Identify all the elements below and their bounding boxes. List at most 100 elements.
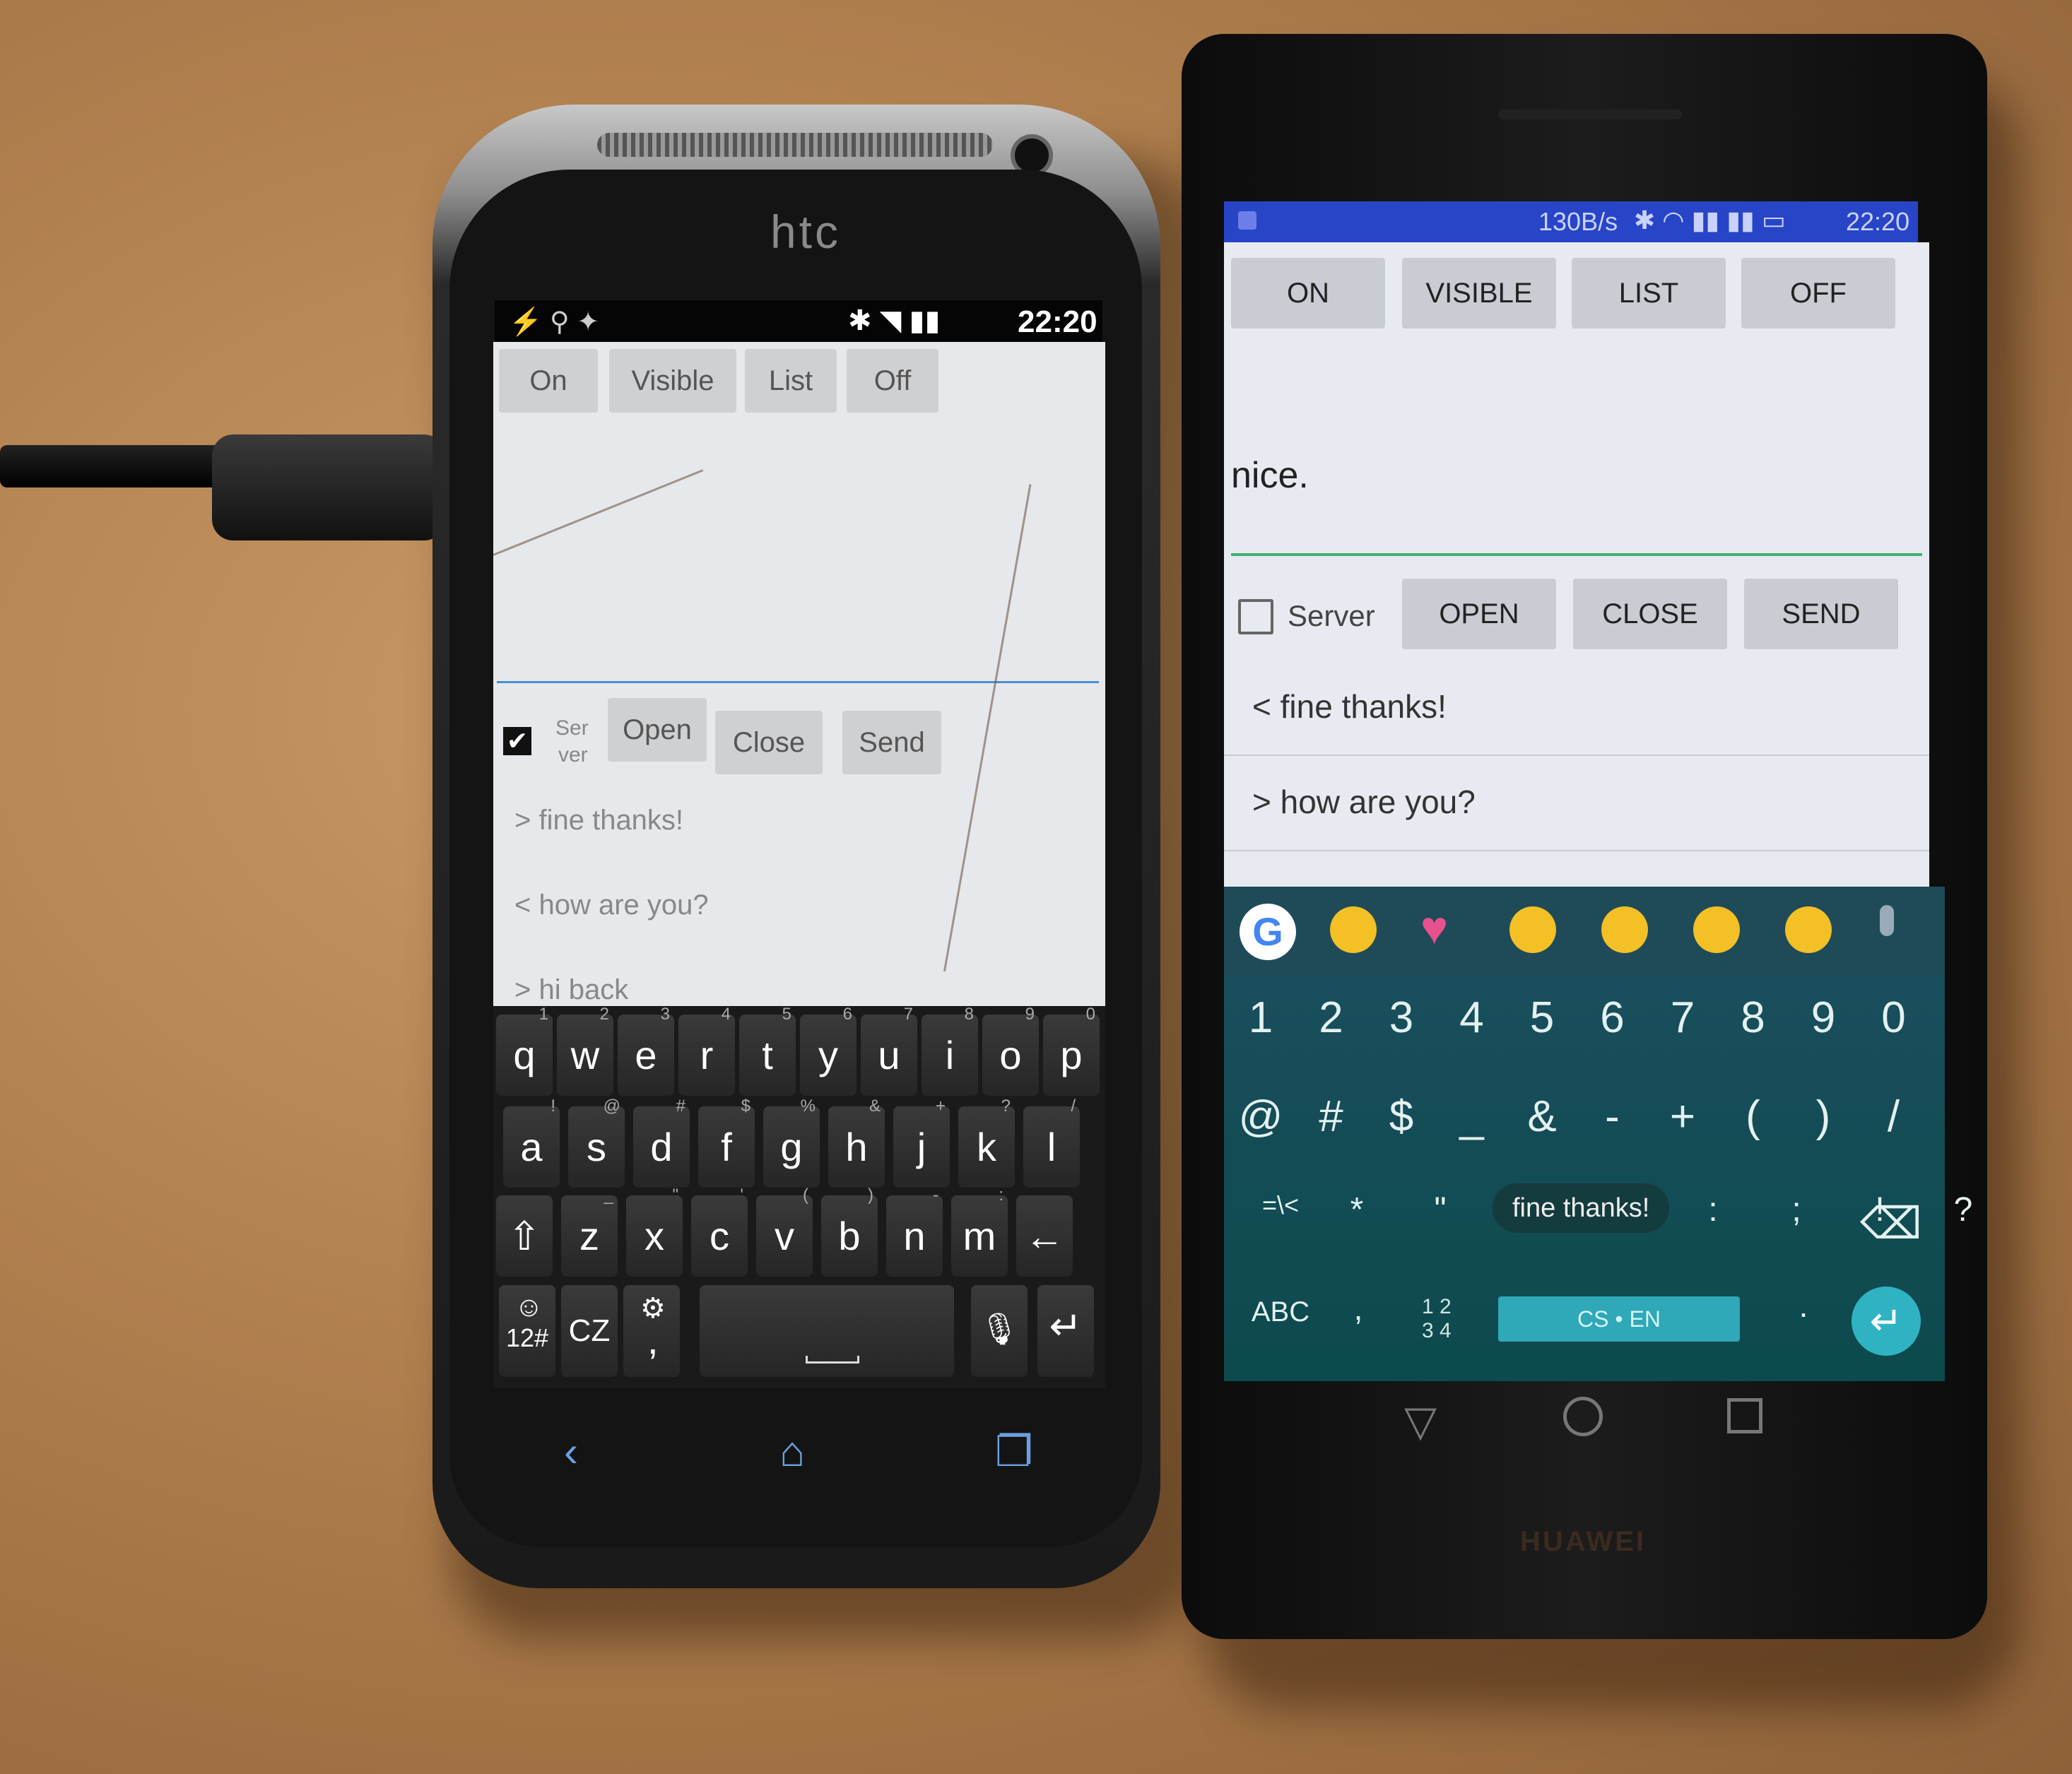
number-key-2[interactable]: 3 xyxy=(1373,993,1430,1043)
symbol-key-7[interactable]: ( xyxy=(1725,1092,1782,1142)
number-key-4[interactable]: 5 xyxy=(1514,993,1570,1043)
close-button[interactable]: CLOSE xyxy=(1573,579,1727,649)
close-button[interactable]: Close xyxy=(715,711,823,774)
message-item: > how are you? xyxy=(1252,783,1476,820)
backspace-key[interactable]: ⌫ xyxy=(1860,1198,1922,1249)
space-key[interactable] xyxy=(700,1285,954,1377)
space-key[interactable]: CS • EN xyxy=(1498,1296,1740,1342)
punctuation-key-1[interactable]: * xyxy=(1329,1190,1385,1229)
number-key-7[interactable]: 8 xyxy=(1725,993,1782,1043)
symbol-key-9[interactable]: / xyxy=(1866,1092,1922,1142)
key-f[interactable]: f $ xyxy=(698,1096,755,1188)
message-input[interactable] xyxy=(497,427,1099,683)
on-button[interactable]: On xyxy=(499,349,598,413)
period-key[interactable]: . xyxy=(1775,1287,1832,1325)
symbol-key-3[interactable]: _ xyxy=(1444,1092,1500,1142)
key-j[interactable]: j + xyxy=(893,1096,950,1188)
punctuation-key-0[interactable]: =\< xyxy=(1245,1190,1316,1220)
on-button[interactable]: ON xyxy=(1231,258,1385,329)
number-key-5[interactable]: 6 xyxy=(1584,993,1641,1043)
winking-emoji-icon[interactable] xyxy=(1509,906,1556,953)
google-icon[interactable]: G xyxy=(1240,904,1296,960)
emoji-symbols-key[interactable]: ☺ 12# xyxy=(499,1285,555,1377)
key-n[interactable]: n- xyxy=(886,1185,943,1277)
home-icon[interactable] xyxy=(1563,1397,1603,1436)
language-key[interactable]: CZ xyxy=(561,1285,618,1377)
server-checkbox[interactable]: ✔ xyxy=(503,727,531,755)
key-l[interactable]: l / xyxy=(1023,1096,1080,1188)
key-y[interactable]: y6 xyxy=(800,1005,857,1096)
open-button[interactable]: Open xyxy=(608,698,707,762)
symbol-key-8[interactable]: ) xyxy=(1795,1092,1852,1142)
symbol-key-0[interactable]: @ xyxy=(1232,1092,1289,1142)
number-key-1[interactable]: 2 xyxy=(1303,993,1360,1043)
neutral-emoji-icon[interactable] xyxy=(1693,906,1740,953)
settings-comma-key[interactable]: ⚙ , xyxy=(623,1285,680,1377)
back-icon[interactable]: ▽ xyxy=(1404,1397,1437,1446)
key-w[interactable]: w2 xyxy=(557,1005,613,1096)
key-v[interactable]: v( xyxy=(756,1185,813,1277)
microphone-icon[interactable] xyxy=(1880,905,1894,936)
visible-button[interactable]: Visible xyxy=(609,349,736,413)
off-button[interactable]: OFF xyxy=(1741,258,1895,329)
comma-key[interactable]: , xyxy=(1330,1289,1387,1327)
abc-key[interactable]: ABC xyxy=(1238,1296,1323,1328)
punctuation-key-2[interactable]: " xyxy=(1412,1190,1468,1229)
enter-key[interactable]: ↵ xyxy=(1037,1285,1094,1377)
server-checkbox[interactable] xyxy=(1238,599,1273,634)
send-button[interactable]: Send xyxy=(842,711,941,774)
key-a[interactable]: a! xyxy=(503,1096,560,1188)
number-key-9[interactable]: 0 xyxy=(1866,993,1922,1043)
microphone-key[interactable]: 🎙 xyxy=(971,1285,1028,1377)
key-o[interactable]: o9 xyxy=(982,1005,1039,1096)
punctuation-key-4[interactable]: : xyxy=(1685,1190,1741,1229)
symbol-key-1[interactable]: # xyxy=(1303,1092,1360,1142)
number-key-6[interactable]: 7 xyxy=(1654,993,1711,1043)
key-e[interactable]: e3 xyxy=(618,1005,674,1096)
laughing-emoji-icon[interactable] xyxy=(1330,906,1377,953)
key-hint: + xyxy=(935,1096,946,1116)
back-icon[interactable]: ‹ xyxy=(564,1427,578,1476)
key-x[interactable]: x " xyxy=(626,1185,683,1277)
symbol-key-2[interactable]: $ xyxy=(1373,1092,1430,1142)
heart-emoji-icon[interactable]: ♥ xyxy=(1420,901,1448,954)
key-m[interactable]: m: xyxy=(951,1185,1008,1277)
key-k[interactable]: k? xyxy=(958,1096,1015,1188)
key-u[interactable]: u7 xyxy=(861,1005,917,1096)
open-button[interactable]: OPEN xyxy=(1402,579,1556,649)
key-s[interactable]: s @ xyxy=(568,1096,625,1188)
key-d[interactable]: d # xyxy=(633,1096,690,1188)
off-button[interactable]: Off xyxy=(847,349,938,413)
key-g[interactable]: g% xyxy=(763,1096,820,1188)
numpad-key[interactable]: 1 2 3 4 xyxy=(1422,1295,1452,1343)
number-key-8[interactable]: 9 xyxy=(1795,993,1852,1043)
key-t[interactable]: t5 xyxy=(739,1005,796,1096)
list-button[interactable]: List xyxy=(745,349,837,413)
send-button[interactable]: SEND xyxy=(1744,579,1898,649)
key-special-8[interactable]: ← xyxy=(1016,1195,1073,1277)
key-r[interactable]: r4 xyxy=(678,1005,735,1096)
message-input[interactable]: nice. xyxy=(1231,320,1922,556)
key-c[interactable]: c ' xyxy=(691,1185,748,1277)
punctuation-key-7[interactable]: ? xyxy=(1935,1190,1991,1229)
key-h[interactable]: h & xyxy=(828,1096,885,1188)
key-i[interactable]: i8 xyxy=(922,1005,978,1096)
number-key-3[interactable]: 4 xyxy=(1444,993,1500,1043)
key-b[interactable]: b) xyxy=(821,1185,878,1277)
punctuation-key-5[interactable]: ; xyxy=(1768,1190,1825,1229)
recent-apps-icon[interactable] xyxy=(1727,1398,1762,1433)
key-q[interactable]: q1 xyxy=(496,1005,553,1096)
symbol-key-4[interactable]: & xyxy=(1514,1092,1570,1142)
grinning-emoji-icon[interactable] xyxy=(1601,906,1648,953)
enter-key[interactable]: ↵ xyxy=(1852,1287,1921,1356)
recent-apps-icon[interactable]: ❐ xyxy=(995,1427,1033,1477)
list-button[interactable]: LIST xyxy=(1572,258,1726,329)
symbol-key-6[interactable]: + xyxy=(1654,1092,1711,1142)
symbol-key-5[interactable]: - xyxy=(1584,1092,1641,1142)
visible-button[interactable]: VISIBLE xyxy=(1402,258,1556,329)
sad-emoji-icon[interactable] xyxy=(1785,906,1832,953)
number-key-0[interactable]: 1 xyxy=(1232,993,1289,1043)
key-p[interactable]: p0 xyxy=(1043,1005,1100,1096)
key-z[interactable]: z _ xyxy=(561,1185,618,1277)
home-icon[interactable]: ⌂ xyxy=(779,1427,805,1476)
